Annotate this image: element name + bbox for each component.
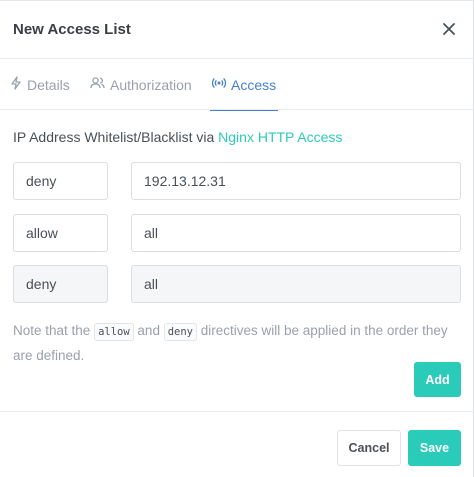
note-text: and [133, 323, 164, 338]
deny-code: deny [163, 323, 197, 341]
tab-bar: Details Authorization Access [0, 59, 474, 111]
save-button[interactable]: Save [408, 430, 461, 466]
lightning-icon [10, 76, 27, 93]
access-intro-text: IP Address Whitelist/Blacklist via [13, 129, 219, 145]
rule-directive-select-disabled: deny [13, 265, 108, 303]
cancel-button[interactable]: Cancel [337, 430, 401, 466]
modal-footer: Cancel Save [0, 411, 474, 477]
rule-directive-select[interactable]: allow [13, 214, 108, 252]
rule-address-input[interactable]: all [131, 214, 461, 252]
tab-access-label: Access [231, 76, 277, 93]
note-text: Note that the [13, 323, 95, 338]
tab-details[interactable]: Details [10, 59, 70, 110]
tab-details-label: Details [27, 76, 70, 93]
access-intro: IP Address Whitelist/Blacklist via Nginx… [13, 129, 342, 145]
order-note: Note that the allow and deny directives … [13, 319, 463, 367]
add-rule-button[interactable]: Add [414, 362, 461, 397]
modal-title: New Access List [13, 21, 131, 38]
allow-code: allow [94, 323, 134, 341]
close-icon[interactable] [438, 18, 460, 40]
users-icon [90, 76, 110, 93]
rule-address-input[interactable]: 192.13.12.31 [131, 162, 461, 200]
nginx-http-access-link[interactable]: Nginx HTTP Access [218, 129, 342, 145]
modal-header: New Access List [0, 1, 474, 59]
tab-authorization[interactable]: Authorization [90, 59, 192, 110]
tab-authorization-label: Authorization [110, 76, 192, 93]
tab-access[interactable]: Access [209, 59, 279, 111]
rule-address-input-disabled: all [131, 265, 461, 303]
broadcast-icon [211, 76, 231, 93]
rule-directive-select[interactable]: deny [13, 162, 108, 200]
new-access-list-modal: New Access List Details Authorization Ac… [0, 0, 474, 477]
